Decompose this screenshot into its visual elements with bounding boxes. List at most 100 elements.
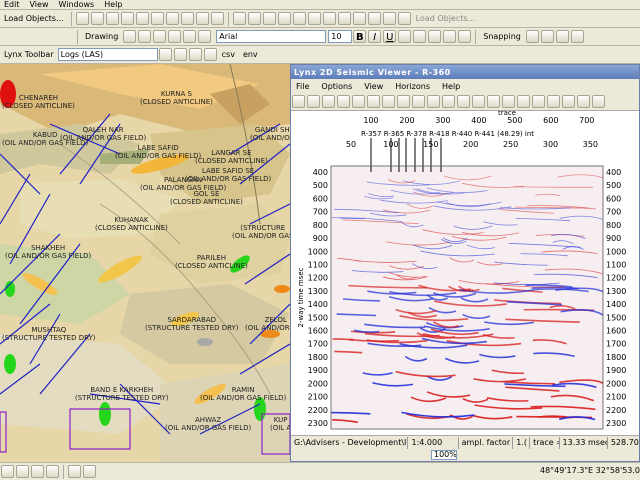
load-objects-left[interactable]: Load Objects... <box>0 14 68 23</box>
open-icon[interactable] <box>292 95 305 108</box>
snap-point-icon[interactable] <box>525 30 539 43</box>
seismic-title-bar[interactable]: Lynx 2D Seismic Viewer - R-360 <box>291 65 639 79</box>
snap-edge-icon[interactable] <box>570 30 584 43</box>
lightning-icon[interactable] <box>158 48 172 61</box>
snap-end-icon[interactable] <box>540 30 554 43</box>
italic-icon[interactable]: I <box>368 30 382 43</box>
refresh-icon[interactable] <box>31 465 44 478</box>
map-label: (STRUCTURE (OIL AND/OR GAS <box>232 224 290 240</box>
env-button[interactable]: env <box>239 50 262 59</box>
csv-button[interactable]: csv <box>218 50 239 59</box>
seismic-menu-options[interactable]: Options <box>321 82 352 91</box>
measure-icon[interactable] <box>367 12 381 25</box>
menu-help[interactable]: Help <box>104 0 122 9</box>
data-view-icon[interactable] <box>16 465 29 478</box>
pan-icon[interactable] <box>427 95 440 108</box>
seismic-menu-view[interactable]: View <box>364 82 383 91</box>
sketch-icon[interactable] <box>198 30 212 43</box>
cursor-icon[interactable] <box>517 95 530 108</box>
zoom-box-icon[interactable] <box>367 95 380 108</box>
logs-dropdown[interactable]: Logs (LAS) <box>57 48 158 61</box>
seismic-menu-horizons[interactable]: Horizons <box>395 82 430 91</box>
font-name-field[interactable]: Arial <box>216 30 327 43</box>
ruler-icon[interactable] <box>532 95 545 108</box>
print-icon[interactable] <box>120 12 134 25</box>
menu-windows[interactable]: Windows <box>58 0 94 9</box>
fill-color-icon[interactable] <box>413 30 427 43</box>
zoom-in-icon[interactable] <box>337 95 350 108</box>
color-icon[interactable] <box>457 95 470 108</box>
menu-view[interactable]: View <box>30 0 49 9</box>
seismic-menu-help[interactable]: Help <box>442 82 460 91</box>
line-color-icon[interactable] <box>428 30 442 43</box>
rotate-icon[interactable] <box>138 30 152 43</box>
zoom-dropdown[interactable]: 100% <box>431 450 457 460</box>
y-tick-label-right: 400 <box>606 168 621 177</box>
zoom-out-icon[interactable] <box>247 12 261 25</box>
cut-icon[interactable] <box>135 12 149 25</box>
hyperlink-icon[interactable] <box>382 12 396 25</box>
forward-icon[interactable] <box>307 12 321 25</box>
wiggle-icon[interactable] <box>442 95 455 108</box>
drawing-menu[interactable]: Drawing <box>81 32 122 41</box>
snapping-menu[interactable]: Snapping <box>479 32 525 41</box>
pan-icon[interactable] <box>262 12 276 25</box>
copy-icon[interactable] <box>322 95 335 108</box>
font-color-icon[interactable] <box>398 30 412 43</box>
save-icon[interactable] <box>105 12 119 25</box>
zoom-out-icon[interactable] <box>352 95 365 108</box>
zoom-full-icon[interactable] <box>382 95 395 108</box>
edit-tool-icon[interactable] <box>183 30 197 43</box>
help-icon[interactable] <box>397 12 411 25</box>
identify-icon[interactable] <box>337 12 351 25</box>
pause-icon[interactable] <box>46 465 59 478</box>
geologic-map[interactable]: CHENAREH (CLOSED ANTICLINE) KURNA S (CLOSE… <box>0 64 290 462</box>
map-label: KUP (OIL A <box>270 416 290 432</box>
zoom-h-icon[interactable] <box>397 95 410 108</box>
map-label: MUSHTAQ (STRUCTURE TESTED DRY) <box>2 326 96 342</box>
help-icon[interactable] <box>592 95 605 108</box>
refresh-icon[interactable] <box>547 95 560 108</box>
marker-color-icon[interactable] <box>443 30 457 43</box>
font-size-field[interactable]: 10 <box>328 30 353 43</box>
back-icon[interactable] <box>292 12 306 25</box>
text-tool-icon[interactable] <box>153 30 167 43</box>
y-tick-label-left: 1400 <box>308 300 328 309</box>
seismic-display[interactable]: 100200300400500600700trace50100150200250… <box>291 109 639 435</box>
menu-edit[interactable]: Edit <box>4 0 20 9</box>
y-tick-label-right: 600 <box>606 194 621 203</box>
hand-icon[interactable] <box>502 95 515 108</box>
settings-icon[interactable] <box>562 95 575 108</box>
scroll-left-icon[interactable] <box>68 465 81 478</box>
underline-icon[interactable]: U <box>383 30 397 43</box>
paste-icon[interactable] <box>165 12 179 25</box>
snap-vertex-icon[interactable] <box>555 30 569 43</box>
scroll-right-icon[interactable] <box>83 465 96 478</box>
print-icon[interactable] <box>307 95 320 108</box>
open-icon[interactable] <box>90 12 104 25</box>
pointer-icon[interactable] <box>123 30 137 43</box>
undo-icon[interactable] <box>195 12 209 25</box>
target-icon[interactable] <box>203 48 217 61</box>
delete-icon[interactable] <box>180 12 194 25</box>
seismic-menu-file[interactable]: File <box>296 82 309 91</box>
rectangle-icon[interactable] <box>168 30 182 43</box>
layout-view-icon[interactable] <box>1 465 14 478</box>
shadow-icon[interactable] <box>458 30 472 43</box>
gain-icon[interactable] <box>472 95 485 108</box>
info-icon[interactable] <box>577 95 590 108</box>
find-icon[interactable] <box>352 12 366 25</box>
seismic-icon[interactable] <box>173 48 187 61</box>
full-extent-icon[interactable] <box>277 12 291 25</box>
bold-icon[interactable]: B <box>353 30 367 43</box>
copy-icon[interactable] <box>150 12 164 25</box>
zoom-in-icon[interactable] <box>232 12 246 25</box>
polygon-icon[interactable] <box>188 48 202 61</box>
horizon-pick-icon[interactable] <box>487 95 500 108</box>
new-icon[interactable] <box>75 12 89 25</box>
load-objects-right[interactable]: Load Objects... <box>412 14 480 23</box>
y-tick-label-right: 1300 <box>606 287 626 296</box>
select-icon[interactable] <box>322 12 336 25</box>
redo-icon[interactable] <box>210 12 224 25</box>
zoom-v-icon[interactable] <box>412 95 425 108</box>
